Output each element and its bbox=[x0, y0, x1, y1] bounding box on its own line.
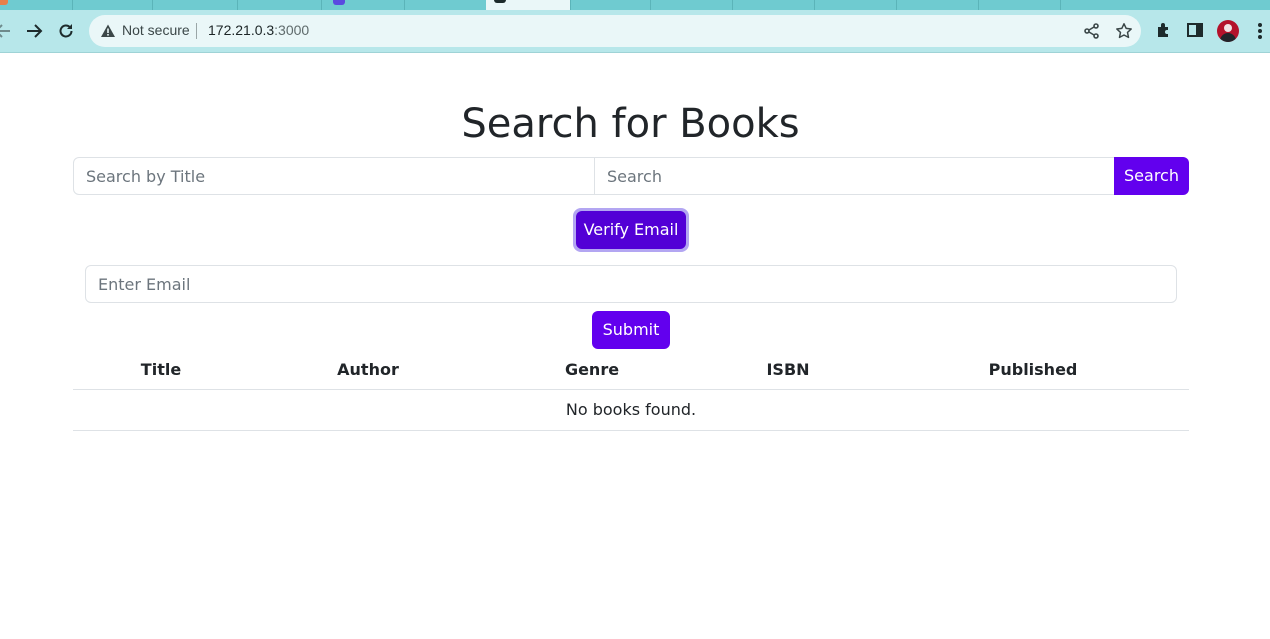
column-header-genre: Genre bbox=[564, 360, 620, 379]
search-form: Search bbox=[73, 157, 1189, 195]
browser-tab[interactable] bbox=[896, 0, 979, 10]
avatar-body bbox=[1220, 33, 1236, 42]
column-header-isbn: ISBN bbox=[766, 360, 810, 379]
url-port: :3000 bbox=[274, 22, 310, 38]
table-row: No books found. bbox=[73, 390, 1189, 431]
tab-strip bbox=[0, 0, 1270, 10]
share-icon[interactable] bbox=[1083, 22, 1101, 40]
browser-tab[interactable] bbox=[570, 0, 651, 10]
column-header-author: Author bbox=[337, 360, 399, 379]
more-icon[interactable] bbox=[1258, 23, 1262, 39]
url-host: 172.21.0.3 bbox=[208, 22, 275, 38]
books-table-header: Title Author Genre ISBN Published bbox=[73, 352, 1189, 390]
browser-tab-active[interactable] bbox=[486, 0, 571, 10]
avatar[interactable] bbox=[1217, 20, 1239, 42]
browser-toolbar: Not secure 172.21.0.3:3000 bbox=[0, 10, 1270, 53]
back-icon[interactable] bbox=[0, 18, 16, 44]
url-text[interactable]: 172.21.0.3:3000 bbox=[208, 22, 309, 38]
side-panel-icon[interactable] bbox=[1186, 21, 1204, 39]
search-button[interactable]: Search bbox=[1114, 157, 1189, 195]
browser-tab[interactable] bbox=[404, 0, 487, 10]
address-bar[interactable]: Not secure 172.21.0.3:3000 bbox=[89, 15, 1141, 47]
address-separator bbox=[196, 23, 197, 39]
browser-tab[interactable] bbox=[152, 0, 238, 10]
submit-button[interactable]: Submit bbox=[592, 311, 670, 349]
column-header-published: Published bbox=[988, 360, 1078, 379]
browser-tab[interactable] bbox=[650, 0, 733, 10]
email-input[interactable] bbox=[85, 265, 1177, 303]
reload-icon[interactable] bbox=[53, 18, 79, 44]
star-icon[interactable] bbox=[1115, 22, 1133, 40]
avatar-head bbox=[1224, 24, 1232, 32]
browser-tab[interactable] bbox=[814, 0, 897, 10]
verify-email-button[interactable]: Verify Email bbox=[573, 208, 689, 252]
extensions-icon[interactable] bbox=[1155, 21, 1173, 39]
browser-tab[interactable] bbox=[978, 0, 1061, 10]
favicon-icon bbox=[0, 0, 8, 5]
search-title-input[interactable] bbox=[73, 157, 596, 195]
warning-icon[interactable] bbox=[100, 23, 116, 39]
browser-tab[interactable] bbox=[321, 0, 405, 10]
browser-tab[interactable] bbox=[237, 0, 322, 10]
forward-icon[interactable] bbox=[21, 18, 47, 44]
browser-tab[interactable] bbox=[0, 0, 73, 10]
empty-table-message: No books found. bbox=[565, 400, 697, 419]
security-status[interactable]: Not secure bbox=[122, 22, 190, 38]
column-header-title: Title bbox=[140, 360, 182, 379]
browser-tab[interactable] bbox=[732, 0, 815, 10]
page-title: Search for Books bbox=[461, 101, 800, 147]
verify-email-label: Verify Email bbox=[576, 211, 686, 249]
browser-tab[interactable] bbox=[72, 0, 153, 10]
favicon-icon bbox=[494, 0, 506, 3]
favicon-icon bbox=[333, 0, 345, 5]
search-query-input[interactable] bbox=[594, 157, 1115, 195]
